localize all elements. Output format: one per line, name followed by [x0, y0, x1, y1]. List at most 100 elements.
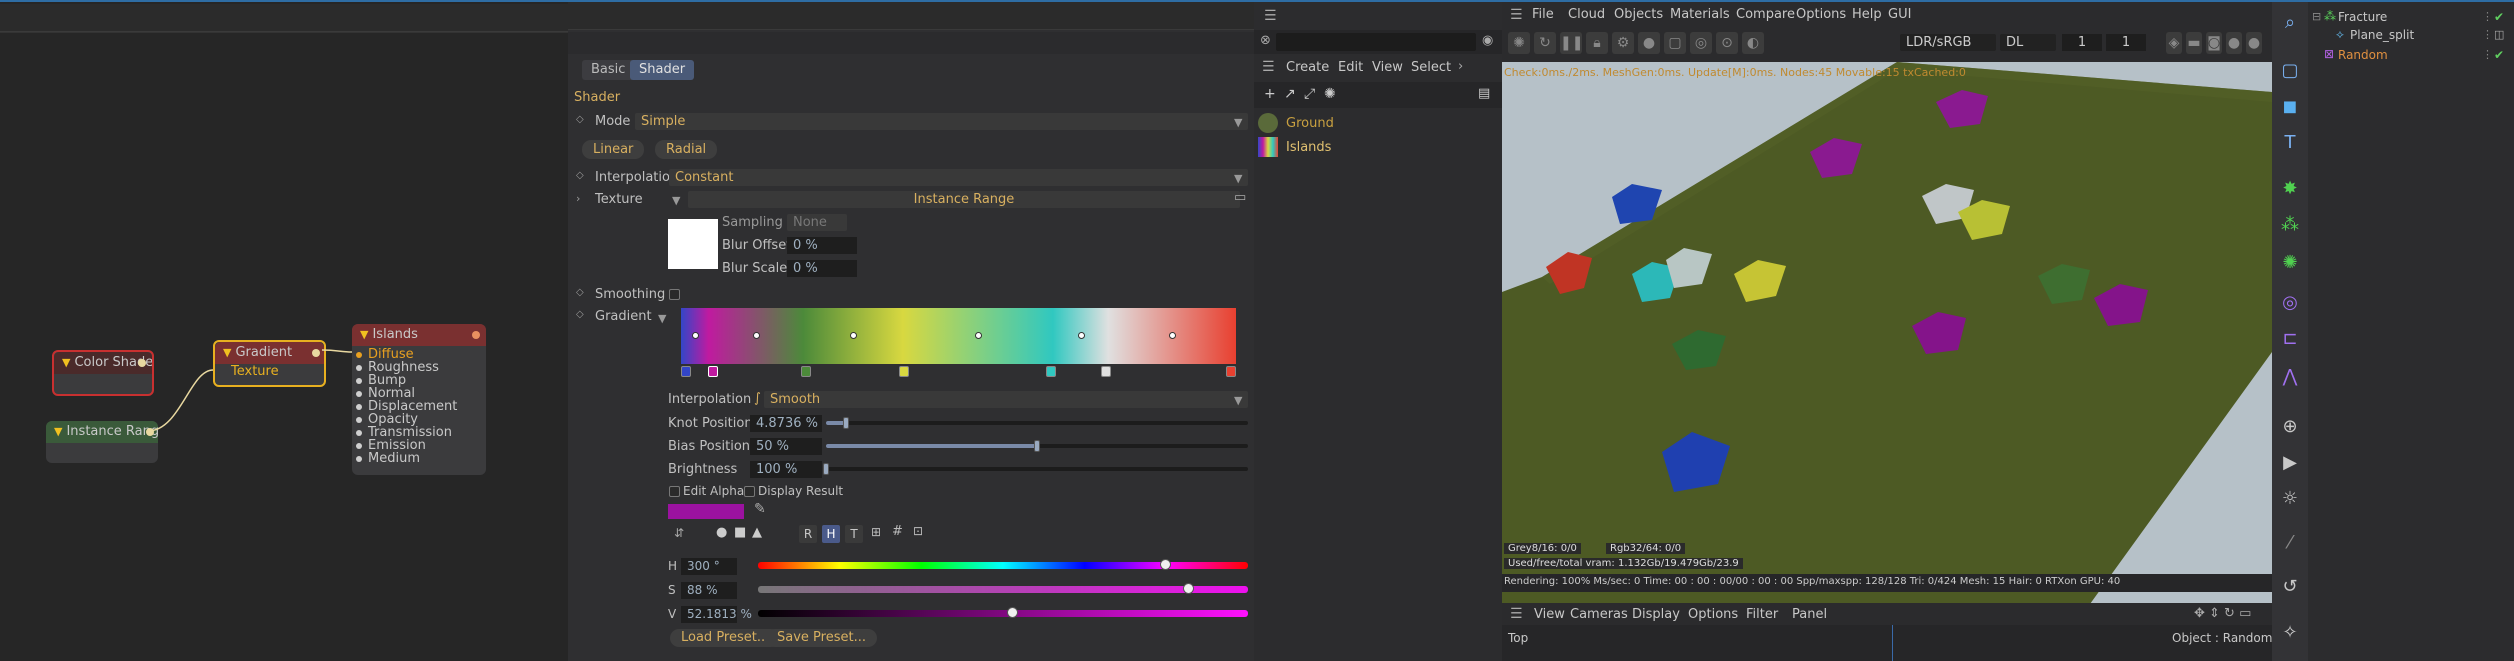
- hamburger-menu-icon[interactable]: ☰: [1510, 606, 1523, 622]
- visibility-icon[interactable]: ⋮: [2482, 28, 2493, 41]
- interpolation2-dropdown[interactable]: Smooth: [764, 391, 1248, 408]
- tag-icon[interactable]: ◫: [2494, 28, 2504, 41]
- lock-icon[interactable]: 🔒︎: [1586, 32, 1608, 54]
- bias-position-input[interactable]: 50 %: [750, 438, 822, 455]
- saturation-slider[interactable]: [758, 583, 1248, 594]
- swatches-icon[interactable]: ⊡: [913, 524, 923, 538]
- brightness-input[interactable]: 100 %: [750, 461, 822, 478]
- tab-shader[interactable]: Shader: [630, 60, 695, 80]
- deformer-icon[interactable]: ◎: [2279, 292, 2301, 314]
- text-icon[interactable]: T: [2279, 132, 2301, 154]
- focus-icon[interactable]: ◎: [1690, 32, 1712, 54]
- tree-item-random[interactable]: ⊠ Random ⋮ ✔: [2312, 47, 2512, 64]
- generator-icon[interactable]: ✸: [2279, 178, 2301, 200]
- menu-panel[interactable]: Panel: [1792, 607, 1827, 622]
- save-preset-button[interactable]: Save Preset...: [766, 629, 877, 647]
- mixer-icon[interactable]: ⊞: [871, 525, 881, 539]
- gradient-knot-handle[interactable]: [681, 366, 691, 377]
- menu-gui[interactable]: GUI: [1888, 7, 1911, 22]
- eyedropper-icon[interactable]: ✎: [754, 501, 766, 517]
- menu-view[interactable]: View: [1372, 60, 1403, 75]
- menu-help[interactable]: Help: [1852, 7, 1882, 22]
- add-icon[interactable]: +: [1264, 86, 1276, 102]
- visibility-icon[interactable]: ⋮: [2482, 48, 2493, 61]
- clay-icon[interactable]: ◐: [1742, 32, 1764, 54]
- toolbar-icon[interactable]: ●: [2226, 32, 2242, 54]
- chevron-right-icon[interactable]: ›: [1458, 59, 1463, 74]
- gradient-knot-handle[interactable]: [708, 366, 718, 377]
- hamburger-menu-icon[interactable]: ☰: [1510, 7, 1523, 23]
- gradient-knot-handle[interactable]: [1046, 366, 1056, 377]
- cloner-icon[interactable]: ⁂: [2279, 214, 2301, 236]
- slider-knob[interactable]: [1034, 440, 1040, 452]
- camera-icon[interactable]: ◙: [2206, 32, 2222, 54]
- check-icon[interactable]: ✔: [2494, 48, 2504, 62]
- bias-position-slider[interactable]: [826, 440, 1248, 452]
- globe-icon[interactable]: ⊕: [2279, 416, 2301, 438]
- camera-view-icon[interactable]: ⌕: [2279, 12, 2301, 34]
- hex-icon[interactable]: #: [892, 524, 903, 539]
- chevron-down-icon[interactable]: ▼: [672, 194, 680, 207]
- frame-end-input[interactable]: 1: [2106, 34, 2146, 51]
- rgb-mode-button[interactable]: R: [799, 525, 817, 543]
- gradient-bias-handle[interactable]: [850, 332, 857, 339]
- gear-icon[interactable]: ✺: [1324, 86, 1336, 102]
- pause-icon[interactable]: ❚❚: [1560, 32, 1583, 54]
- menu-options[interactable]: Options: [1688, 607, 1738, 622]
- linear-button[interactable]: Linear: [582, 140, 645, 159]
- color-slider-knob[interactable]: [1183, 583, 1194, 594]
- bend-icon[interactable]: ⊏: [2279, 328, 2301, 350]
- blur-offset-input[interactable]: 0 %: [787, 237, 857, 254]
- gradient-knot-handle[interactable]: [801, 366, 811, 377]
- expand-minus-icon[interactable]: ⊟: [2312, 10, 2321, 23]
- keyframe-diamond-icon[interactable]: ◇: [576, 309, 584, 320]
- link-icon[interactable]: ⤢: [1304, 86, 1315, 102]
- gradient-bias-handle[interactable]: [753, 332, 760, 339]
- visibility-icon[interactable]: ⋮: [2482, 10, 2493, 23]
- slider-knob[interactable]: [823, 463, 829, 475]
- display-result-checkbox[interactable]: [744, 486, 755, 497]
- gradient-bias-handle[interactable]: [975, 332, 982, 339]
- slider-knob[interactable]: [843, 417, 849, 429]
- sphere-icon[interactable]: ●: [1638, 32, 1660, 54]
- menu-display[interactable]: Display: [1632, 607, 1680, 622]
- effector-icon[interactable]: ✺: [2279, 252, 2301, 274]
- trash-icon[interactable]: ▤: [1478, 86, 1490, 101]
- menu-options[interactable]: Options: [1796, 7, 1846, 22]
- tab-basic[interactable]: Basic: [582, 60, 635, 80]
- load-preset-button[interactable]: Load Preset...: [670, 629, 781, 647]
- object-item-islands[interactable]: Islands: [1286, 140, 1331, 155]
- pick-icon[interactable]: ⊙: [1716, 32, 1738, 54]
- keyframe-diamond-icon[interactable]: ◇: [576, 287, 584, 298]
- smoothing-checkbox[interactable]: [669, 289, 680, 300]
- settings-icon[interactable]: ⚙: [1612, 32, 1634, 54]
- toolbar-icon[interactable]: ●: [2246, 32, 2262, 54]
- keyframe-diamond-icon[interactable]: ◇: [576, 114, 584, 125]
- gradient-bias-handle[interactable]: [1169, 332, 1176, 339]
- video-camera-icon[interactable]: ▶: [2279, 452, 2301, 474]
- menu-create[interactable]: Create: [1286, 60, 1329, 75]
- hamburger-menu-icon[interactable]: ☰: [1262, 59, 1275, 75]
- check-icon[interactable]: ✔: [2494, 10, 2504, 24]
- s-input[interactable]: 88 %: [681, 582, 737, 599]
- menu-compare[interactable]: Compare: [1736, 7, 1795, 22]
- gradient-bar[interactable]: [681, 308, 1236, 364]
- knot-position-slider[interactable]: [826, 417, 1248, 429]
- hsv-mode-button[interactable]: H: [822, 525, 840, 543]
- menu-materials[interactable]: Materials: [1670, 7, 1730, 22]
- tree-item-fracture[interactable]: ⊟ ⁂ Fracture ⋮ ✔: [2312, 9, 2512, 26]
- menu-select[interactable]: Select: [1411, 60, 1451, 75]
- render-icon[interactable]: ✺: [1508, 32, 1530, 54]
- menu-filter[interactable]: Filter: [1746, 607, 1778, 622]
- object-item-ground[interactable]: Ground: [1286, 116, 1334, 131]
- square-icon[interactable]: ▢: [2279, 60, 2301, 82]
- render-mode-dropdown[interactable]: DL: [2000, 34, 2056, 51]
- toolbar-icon[interactable]: ◈: [2166, 32, 2182, 54]
- render-viewport[interactable]: Check:0ms./2ms. MeshGen:0ms. Update[M]:0…: [1502, 62, 2272, 622]
- hue-slider[interactable]: [758, 559, 1248, 570]
- value-slider[interactable]: [758, 607, 1248, 618]
- gradient-knot-track[interactable]: [681, 366, 1236, 380]
- gradient-bias-handle[interactable]: [692, 332, 699, 339]
- knot-position-input[interactable]: 4.8736 %: [750, 415, 822, 432]
- texture-link-field[interactable]: Instance Range: [688, 191, 1240, 208]
